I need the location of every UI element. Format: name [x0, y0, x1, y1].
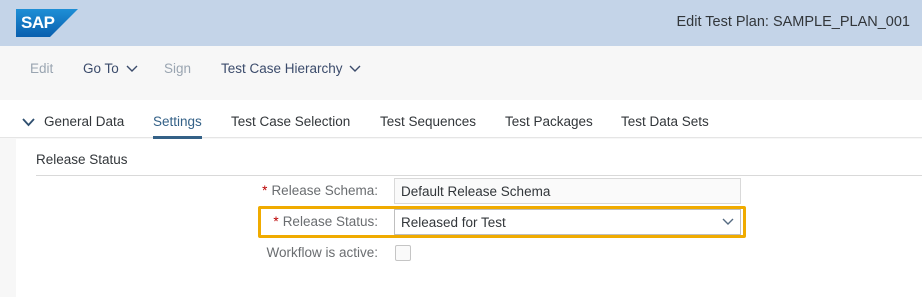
release-schema-field[interactable]: Default Release Schema — [394, 178, 741, 204]
shell-header: SAP Edit Test Plan: SAMPLE_PLAN_001 — [0, 0, 922, 46]
edit-button[interactable]: Edit — [30, 61, 53, 76]
tab-general-data[interactable]: General Data — [44, 114, 124, 129]
release-status-value: Released for Test — [401, 215, 506, 230]
sap-logo-text: SAP — [21, 13, 55, 32]
page-title: Edit Test Plan: SAMPLE_PLAN_001 — [676, 14, 910, 30]
tab-test-sequences[interactable]: Test Sequences — [380, 114, 476, 129]
tab-test-case-selection[interactable]: Test Case Selection — [231, 114, 350, 129]
release-status-select[interactable]: Released for Test — [394, 209, 741, 235]
goto-label: Go To — [83, 61, 119, 76]
release-status-label: * Release Status: — [273, 214, 378, 229]
tab-test-data-sets[interactable]: Test Data Sets — [621, 114, 709, 129]
toolbar: Edit Go To Sign Test Case Hierarchy — [0, 46, 922, 92]
required-marker: * — [262, 183, 268, 198]
chevron-down-icon — [349, 65, 361, 73]
chevron-down-icon — [722, 218, 734, 225]
test-case-hierarchy-menu-button[interactable]: Test Case Hierarchy — [221, 61, 361, 76]
goto-menu-button[interactable]: Go To — [83, 61, 138, 76]
collapse-chevron-icon[interactable] — [22, 118, 35, 127]
chevron-down-icon — [126, 65, 138, 73]
test-case-hierarchy-label: Test Case Hierarchy — [221, 61, 343, 76]
workflow-active-checkbox[interactable] — [395, 245, 411, 261]
release-schema-label: * Release Schema: — [262, 183, 378, 198]
section-title: Release Status — [36, 152, 128, 167]
tab-bar: General Data Settings Test Case Selectio… — [0, 100, 922, 139]
workflow-active-label: Workflow is active: — [266, 245, 378, 260]
tab-test-packages[interactable]: Test Packages — [505, 114, 593, 129]
sap-logo[interactable]: SAP — [16, 9, 78, 42]
required-marker: * — [273, 214, 279, 229]
section-divider — [36, 175, 922, 176]
tab-settings[interactable]: Settings — [153, 114, 202, 129]
sign-button[interactable]: Sign — [164, 61, 191, 76]
